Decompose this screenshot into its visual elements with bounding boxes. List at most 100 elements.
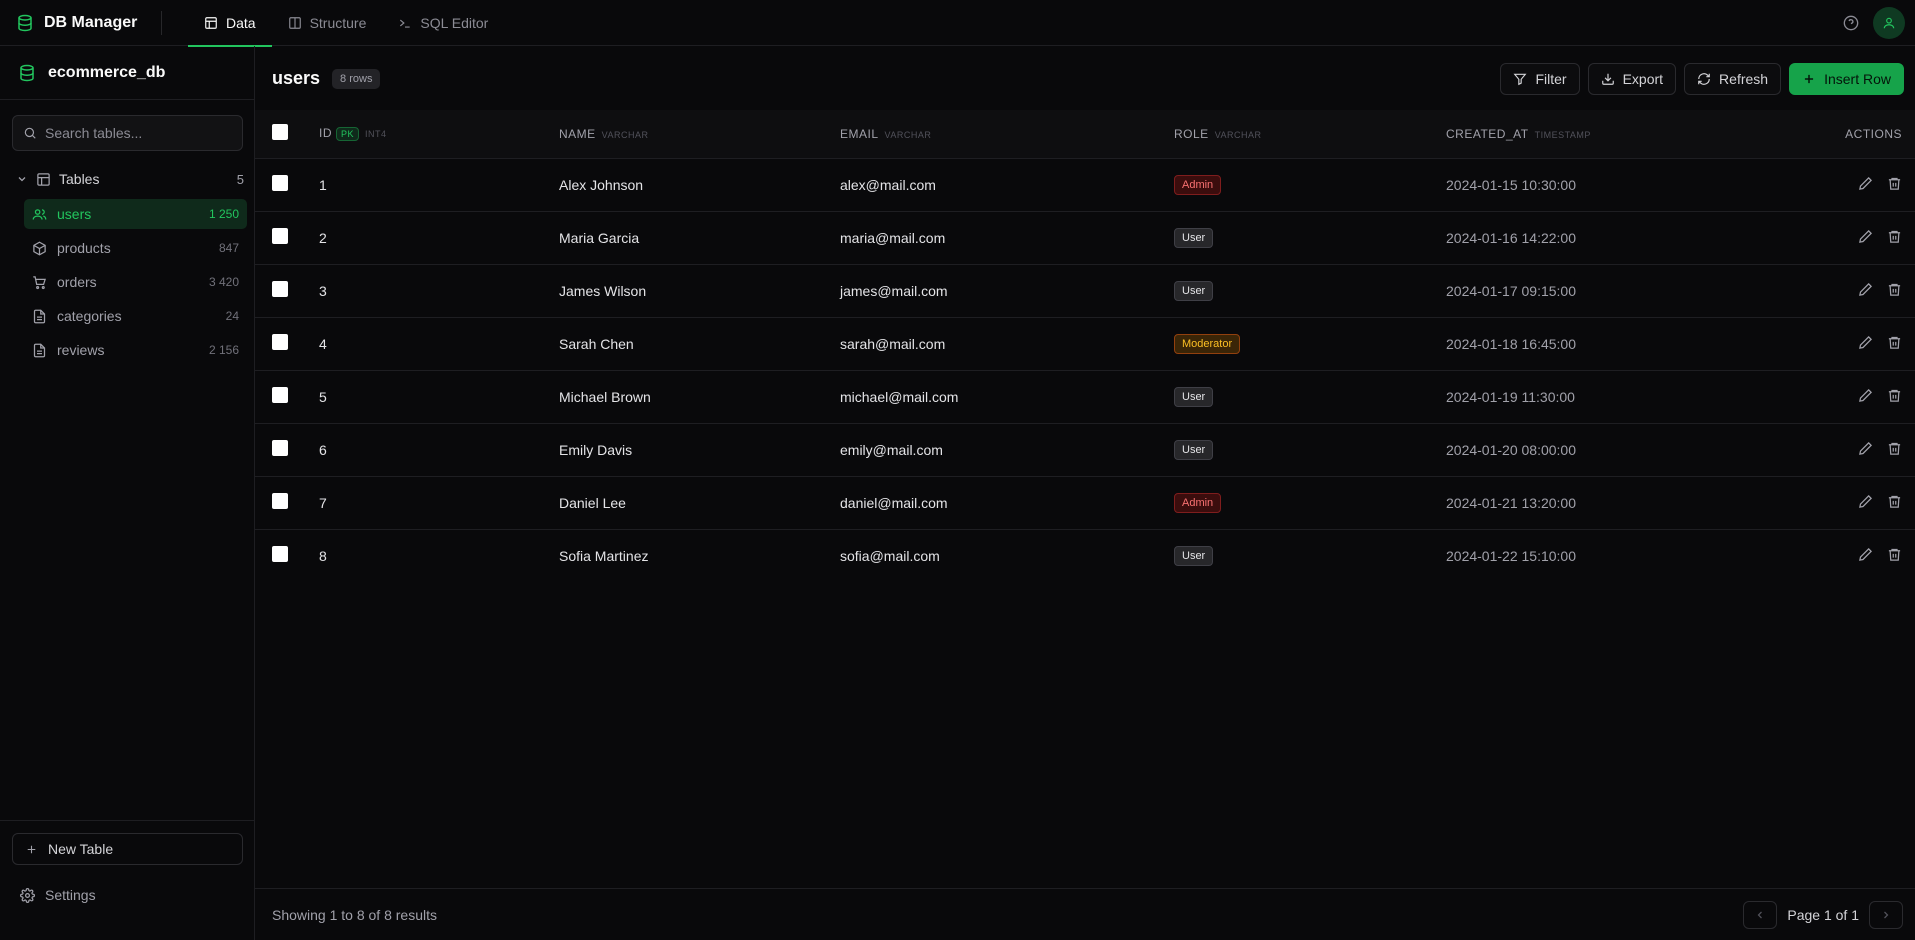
table-row[interactable]: 7 Daniel Lee daniel@mail.com Admin 2024-… bbox=[255, 476, 1915, 529]
table-row[interactable]: 4 Sarah Chen sarah@mail.com Moderator 20… bbox=[255, 317, 1915, 370]
edit-icon[interactable] bbox=[1858, 441, 1873, 456]
cell-name[interactable]: Michael Brown bbox=[559, 370, 840, 423]
row-checkbox[interactable] bbox=[272, 546, 288, 563]
cell-role[interactable]: User bbox=[1174, 423, 1446, 476]
row-checkbox[interactable] bbox=[272, 334, 288, 350]
cell-name[interactable]: Emily Davis bbox=[559, 423, 840, 476]
tables-group-header[interactable]: Tables 5 bbox=[16, 168, 244, 190]
cell-email[interactable]: james@mail.com bbox=[840, 264, 1174, 317]
cell-name[interactable]: Alex Johnson bbox=[559, 158, 840, 211]
edit-icon[interactable] bbox=[1858, 335, 1873, 350]
cell-id[interactable]: 6 bbox=[319, 423, 559, 476]
table-row[interactable]: 6 Emily Davis emily@mail.com User 2024-0… bbox=[255, 423, 1915, 476]
cell-role[interactable]: User bbox=[1174, 264, 1446, 317]
column-header-id[interactable]: ID PK INT4 bbox=[319, 110, 559, 158]
sidebar-item-products[interactable]: products 847 bbox=[24, 233, 247, 263]
edit-icon[interactable] bbox=[1858, 176, 1873, 191]
edit-icon[interactable] bbox=[1858, 494, 1873, 509]
cell-name[interactable]: James Wilson bbox=[559, 264, 840, 317]
cell-role[interactable]: User bbox=[1174, 211, 1446, 264]
cell-created-at[interactable]: 2024-01-17 09:15:00 bbox=[1446, 264, 1817, 317]
cell-created-at[interactable]: 2024-01-19 11:30:00 bbox=[1446, 370, 1817, 423]
trash-icon[interactable] bbox=[1887, 229, 1902, 244]
previous-page-button[interactable] bbox=[1743, 901, 1778, 929]
trash-icon[interactable] bbox=[1887, 335, 1902, 350]
cell-role[interactable]: User bbox=[1174, 529, 1446, 582]
trash-icon[interactable] bbox=[1887, 494, 1902, 509]
cell-name[interactable]: Sarah Chen bbox=[559, 317, 840, 370]
insert-row-button[interactable]: Insert Row bbox=[1789, 63, 1904, 95]
cell-id[interactable]: 3 bbox=[319, 264, 559, 317]
sidebar-item-users[interactable]: users 1 250 bbox=[24, 199, 247, 229]
cell-name[interactable]: Sofia Martinez bbox=[559, 529, 840, 582]
table-row[interactable]: 2 Maria Garcia maria@mail.com User 2024-… bbox=[255, 211, 1915, 264]
table-row[interactable]: 1 Alex Johnson alex@mail.com Admin 2024-… bbox=[255, 158, 1915, 211]
cell-id[interactable]: 7 bbox=[319, 476, 559, 529]
row-checkbox[interactable] bbox=[272, 493, 288, 509]
top-bar: DB Manager Data Structure SQL Editor bbox=[0, 0, 1915, 47]
tab-sql-editor[interactable]: SQL Editor bbox=[382, 0, 504, 46]
column-header-created-at[interactable]: CREATED_AT TIMESTAMP bbox=[1446, 110, 1817, 158]
table-row[interactable]: 8 Sofia Martinez sofia@mail.com User 202… bbox=[255, 529, 1915, 582]
row-checkbox[interactable] bbox=[272, 228, 288, 244]
cell-id[interactable]: 1 bbox=[319, 158, 559, 211]
row-checkbox[interactable] bbox=[272, 387, 288, 403]
tab-structure[interactable]: Structure bbox=[272, 0, 383, 46]
cell-name[interactable]: Daniel Lee bbox=[559, 476, 840, 529]
sidebar-item-orders[interactable]: orders 3 420 bbox=[24, 267, 247, 297]
cell-id[interactable]: 4 bbox=[319, 317, 559, 370]
edit-icon[interactable] bbox=[1858, 547, 1873, 562]
filter-button[interactable]: Filter bbox=[1500, 63, 1580, 95]
cell-name[interactable]: Maria Garcia bbox=[559, 211, 840, 264]
table-row[interactable]: 3 James Wilson james@mail.com User 2024-… bbox=[255, 264, 1915, 317]
cell-id[interactable]: 2 bbox=[319, 211, 559, 264]
edit-icon[interactable] bbox=[1858, 282, 1873, 297]
trash-icon[interactable] bbox=[1887, 547, 1902, 562]
edit-icon[interactable] bbox=[1858, 229, 1873, 244]
trash-icon[interactable] bbox=[1887, 282, 1902, 297]
trash-icon[interactable] bbox=[1887, 441, 1902, 456]
column-header-email[interactable]: EMAIL VARCHAR bbox=[840, 110, 1174, 158]
export-button[interactable]: Export bbox=[1587, 63, 1677, 95]
trash-icon[interactable] bbox=[1887, 388, 1902, 403]
refresh-button[interactable]: Refresh bbox=[1684, 63, 1782, 95]
help-icon[interactable] bbox=[1843, 15, 1859, 31]
cell-role[interactable]: Admin bbox=[1174, 158, 1446, 211]
cell-role[interactable]: User bbox=[1174, 370, 1446, 423]
cell-id[interactable]: 8 bbox=[319, 529, 559, 582]
row-checkbox[interactable] bbox=[272, 281, 288, 297]
cell-created-at[interactable]: 2024-01-15 10:30:00 bbox=[1446, 158, 1817, 211]
cell-created-at[interactable]: 2024-01-16 14:22:00 bbox=[1446, 211, 1817, 264]
cell-email[interactable]: daniel@mail.com bbox=[840, 476, 1174, 529]
table-row[interactable]: 5 Michael Brown michael@mail.com User 20… bbox=[255, 370, 1915, 423]
next-page-button[interactable] bbox=[1869, 901, 1903, 929]
sidebar-item-categories[interactable]: categories 24 bbox=[24, 301, 247, 331]
row-checkbox[interactable] bbox=[272, 175, 288, 191]
cell-email[interactable]: emily@mail.com bbox=[840, 423, 1174, 476]
cell-created-at[interactable]: 2024-01-21 13:20:00 bbox=[1446, 476, 1817, 529]
avatar[interactable] bbox=[1873, 7, 1905, 39]
sidebar-item-reviews[interactable]: reviews 2 156 bbox=[24, 335, 247, 365]
select-all-checkbox[interactable] bbox=[272, 124, 288, 141]
column-header-role[interactable]: ROLE VARCHAR bbox=[1174, 110, 1446, 158]
edit-icon[interactable] bbox=[1858, 388, 1873, 403]
cell-email[interactable]: sarah@mail.com bbox=[840, 317, 1174, 370]
tab-data[interactable]: Data bbox=[188, 0, 272, 47]
cell-role[interactable]: Moderator bbox=[1174, 317, 1446, 370]
cell-email[interactable]: sofia@mail.com bbox=[840, 529, 1174, 582]
search-input[interactable] bbox=[45, 125, 225, 141]
row-checkbox[interactable] bbox=[272, 440, 288, 456]
tab-label: Structure bbox=[309, 14, 367, 31]
trash-icon[interactable] bbox=[1887, 176, 1902, 191]
cell-email[interactable]: michael@mail.com bbox=[840, 370, 1174, 423]
cell-created-at[interactable]: 2024-01-20 08:00:00 bbox=[1446, 423, 1817, 476]
cell-email[interactable]: maria@mail.com bbox=[840, 211, 1174, 264]
settings-link[interactable]: Settings bbox=[20, 887, 96, 903]
new-table-button[interactable]: New Table bbox=[12, 833, 243, 865]
cell-role[interactable]: Admin bbox=[1174, 476, 1446, 529]
column-header-name[interactable]: NAME VARCHAR bbox=[559, 110, 840, 158]
cell-email[interactable]: alex@mail.com bbox=[840, 158, 1174, 211]
cell-id[interactable]: 5 bbox=[319, 370, 559, 423]
cell-created-at[interactable]: 2024-01-18 16:45:00 bbox=[1446, 317, 1817, 370]
cell-created-at[interactable]: 2024-01-22 15:10:00 bbox=[1446, 529, 1817, 582]
